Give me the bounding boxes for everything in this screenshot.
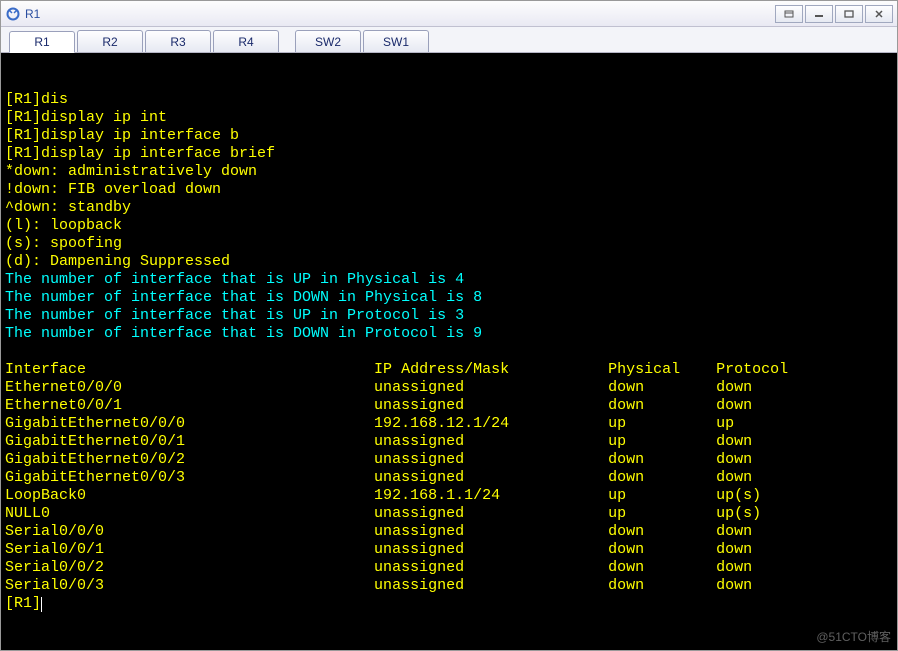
- terminal-line: LoopBack0 192.168.1.1/24 up up(s): [5, 487, 893, 505]
- maximize-button[interactable]: [835, 5, 863, 23]
- terminal-line: !down: FIB overload down: [5, 181, 893, 199]
- window-title: R1: [25, 7, 775, 21]
- terminal-line: The number of interface that is DOWN in …: [5, 289, 893, 307]
- terminal-line: [R1]display ip int: [5, 109, 893, 127]
- minimize-button[interactable]: [805, 5, 833, 23]
- tab-sw1[interactable]: SW1: [363, 30, 429, 52]
- tab-r4[interactable]: R4: [213, 30, 279, 52]
- terminal-line: [5, 343, 893, 361]
- terminal-line: (s): spoofing: [5, 235, 893, 253]
- dropdown-button[interactable]: [775, 5, 803, 23]
- terminal-line: (d): Dampening Suppressed: [5, 253, 893, 271]
- terminal-prompt[interactable]: [R1]: [5, 595, 893, 613]
- terminal-line: ^down: standby: [5, 199, 893, 217]
- terminal-line: *down: administratively down: [5, 163, 893, 181]
- close-button[interactable]: [865, 5, 893, 23]
- terminal-line: Serial0/0/1 unassigned down down: [5, 541, 893, 559]
- terminal-line: GigabitEthernet0/0/1 unassigned up down: [5, 433, 893, 451]
- terminal-line: The number of interface that is DOWN in …: [5, 325, 893, 343]
- terminal-line: Serial0/0/2 unassigned down down: [5, 559, 893, 577]
- terminal-line: GigabitEthernet0/0/2 unassigned down dow…: [5, 451, 893, 469]
- terminal-line: Serial0/0/3 unassigned down down: [5, 577, 893, 595]
- terminal-line: GigabitEthernet0/0/3 unassigned down dow…: [5, 469, 893, 487]
- terminal-line: Serial0/0/0 unassigned down down: [5, 523, 893, 541]
- tab-strip: R1R2R3R4 SW2SW1: [1, 27, 897, 53]
- window-titlebar: R1: [1, 1, 897, 27]
- terminal-line: [R1]dis: [5, 91, 893, 109]
- terminal-line: (l): loopback: [5, 217, 893, 235]
- terminal-line: [R1]display ip interface b: [5, 127, 893, 145]
- terminal-line: Ethernet0/0/1 unassigned down down: [5, 397, 893, 415]
- terminal-line: [R1]display ip interface brief: [5, 145, 893, 163]
- tab-r1[interactable]: R1: [9, 31, 75, 53]
- terminal-line: Interface IP Address/Mask Physical Proto…: [5, 361, 893, 379]
- terminal-line: Ethernet0/0/0 unassigned down down: [5, 379, 893, 397]
- terminal-line: The number of interface that is UP in Ph…: [5, 271, 893, 289]
- terminal-line: GigabitEthernet0/0/0 192.168.12.1/24 up …: [5, 415, 893, 433]
- watermark: @51CTO博客: [816, 628, 891, 646]
- terminal-line: NULL0 unassigned up up(s): [5, 505, 893, 523]
- tab-r3[interactable]: R3: [145, 30, 211, 52]
- app-icon: [5, 6, 21, 22]
- cursor: [41, 597, 42, 612]
- tab-sw2[interactable]: SW2: [295, 30, 361, 52]
- terminal-output[interactable]: [R1]dis[R1]display ip int[R1]display ip …: [1, 53, 897, 650]
- terminal-line: The number of interface that is UP in Pr…: [5, 307, 893, 325]
- tab-r2[interactable]: R2: [77, 30, 143, 52]
